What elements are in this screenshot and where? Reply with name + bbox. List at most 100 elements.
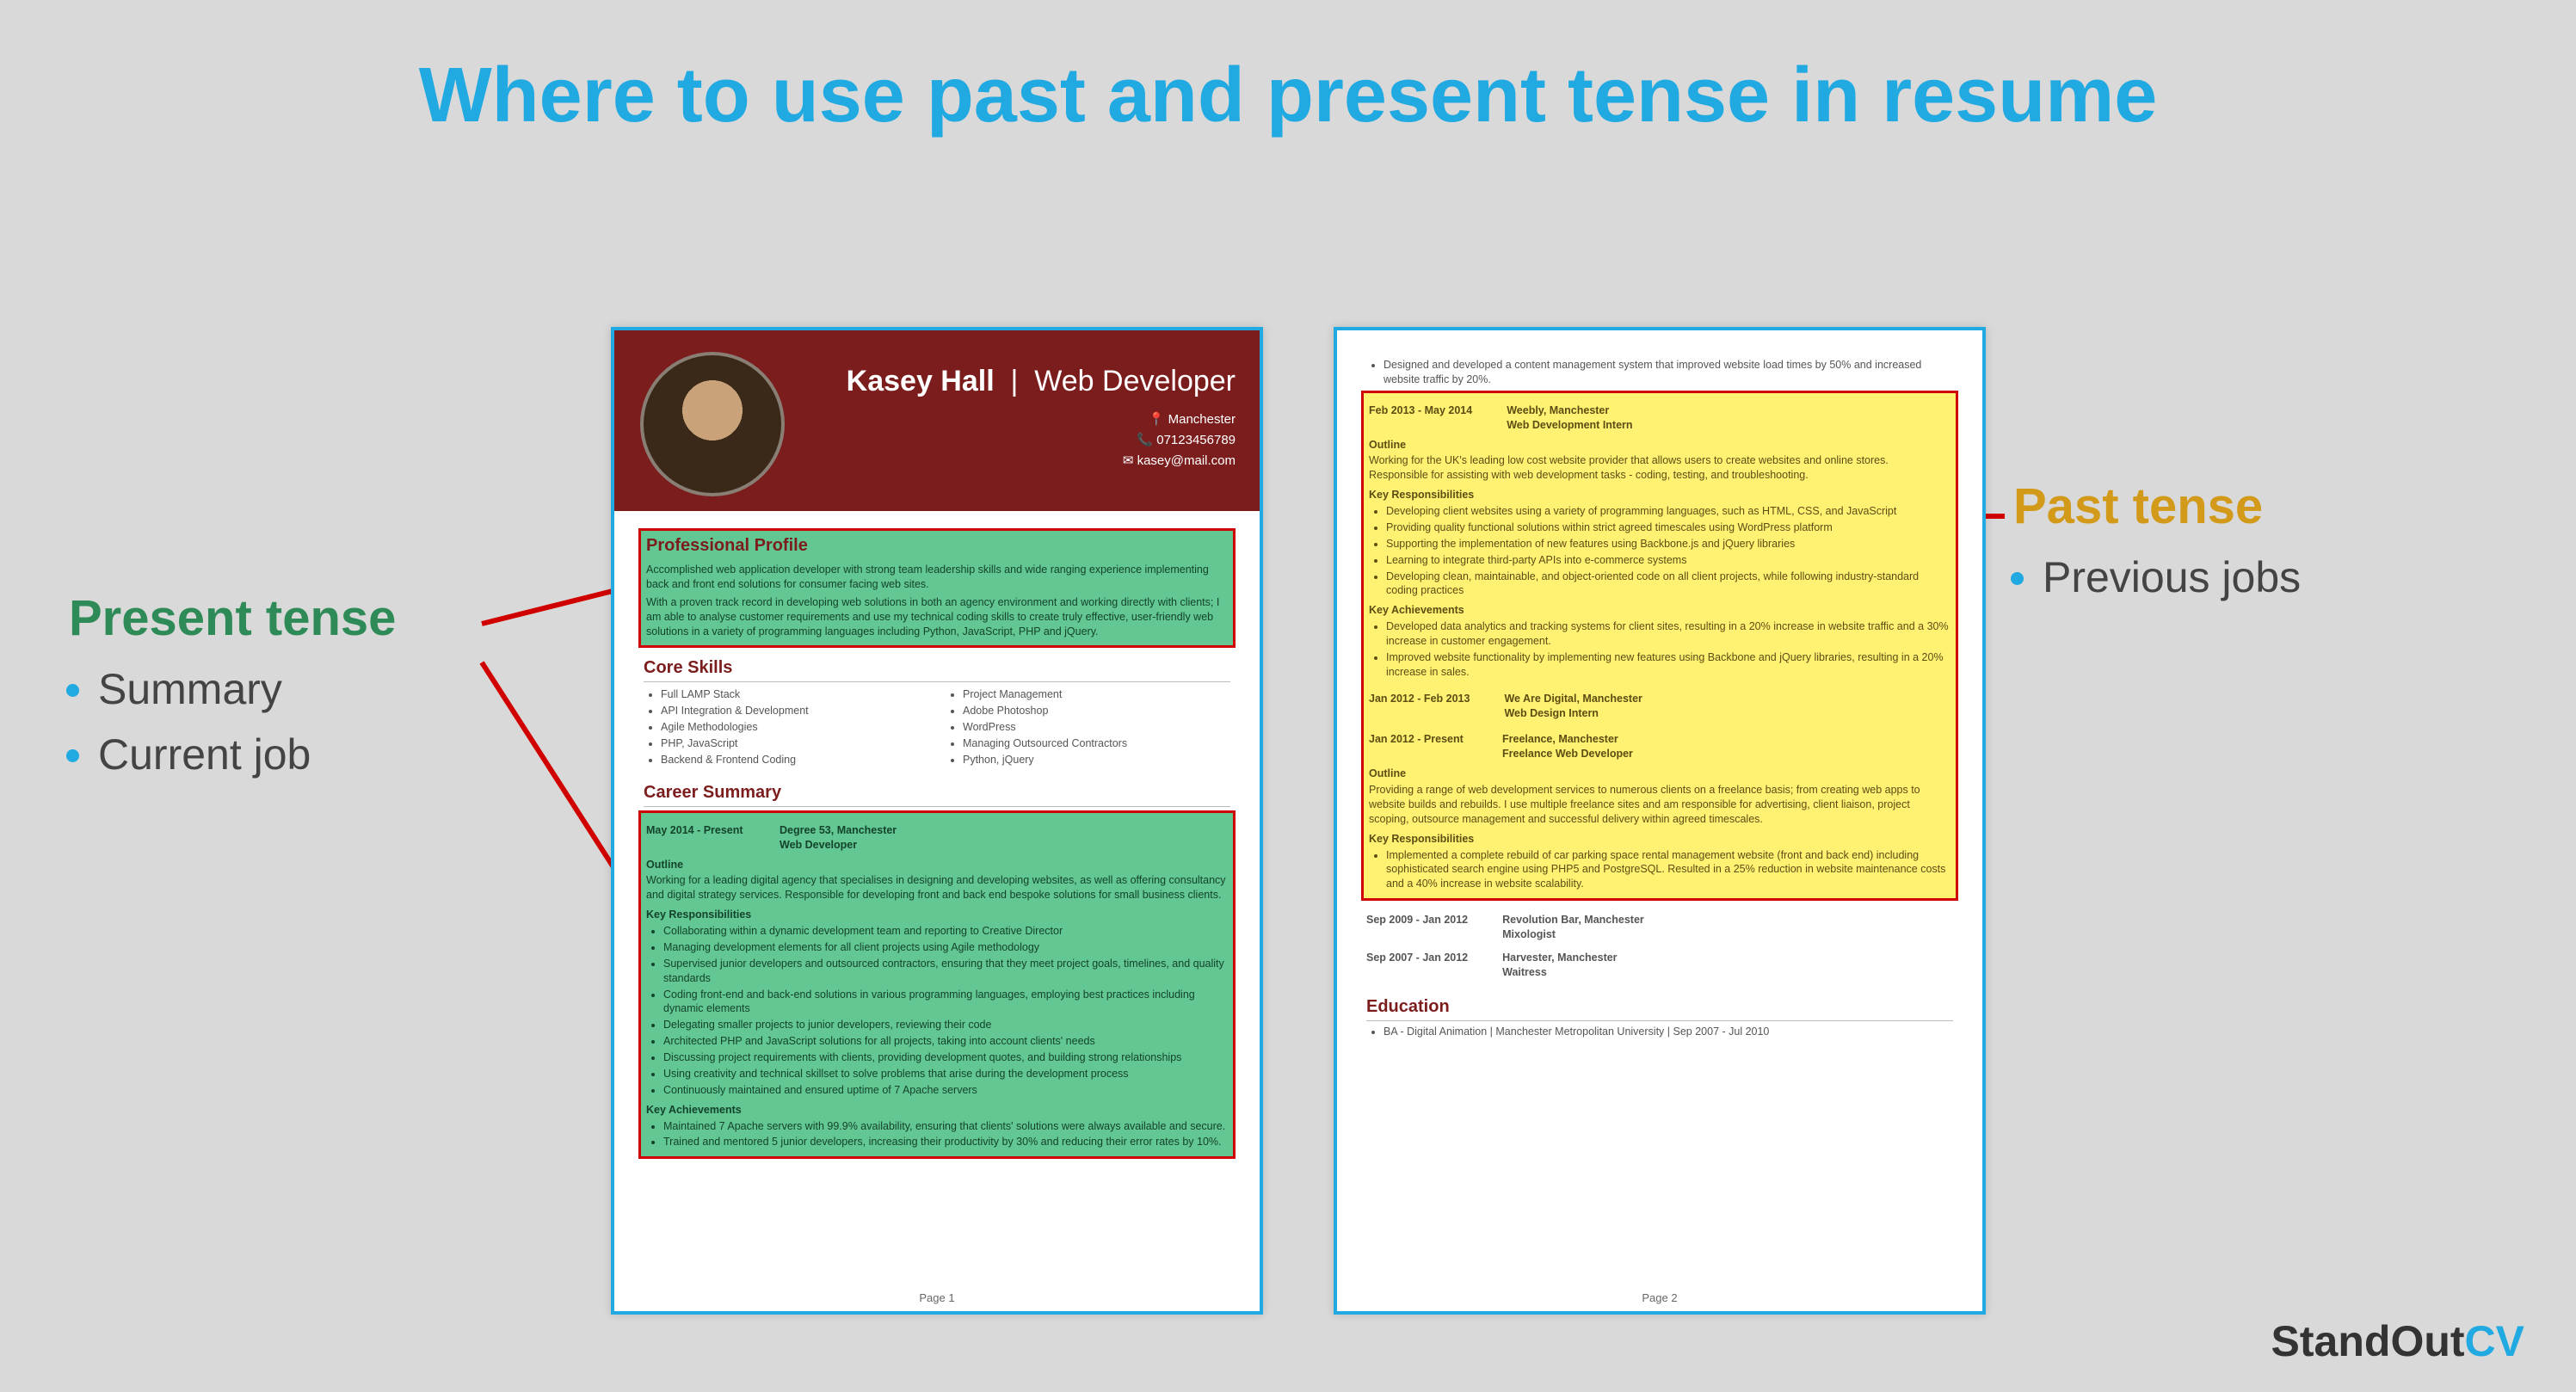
resp-item: Using creativity and technical skillset … bbox=[663, 1067, 1228, 1081]
ach-item: Improved website functionality by implem… bbox=[1386, 650, 1950, 680]
resume-page-1: Kasey Hall | Web Developer 📍 Manchester … bbox=[611, 327, 1263, 1315]
skill: Python, jQuery bbox=[963, 753, 1230, 767]
job-head: Jan 2012 - Present Freelance, Manchester… bbox=[1369, 732, 1950, 761]
past-jobs-highlight: Feb 2013 - May 2014 Weebly, Manchester W… bbox=[1361, 391, 1958, 901]
page-number: Page 1 bbox=[614, 1291, 1260, 1304]
resp-list: Collaborating within a dynamic developme… bbox=[663, 924, 1228, 1098]
resp-item: Collaborating within a dynamic developme… bbox=[663, 924, 1228, 939]
resp-item: Developing client websites using a varie… bbox=[1386, 504, 1950, 519]
ach-label: Key Achievements bbox=[1369, 603, 1950, 618]
profile-title: Professional Profile bbox=[646, 534, 1228, 559]
job-dates: Jan 2012 - Present bbox=[1369, 732, 1468, 761]
resume-body: Professional Profile Accomplished web ap… bbox=[614, 511, 1260, 1159]
education-list: BA - Digital Animation | Manchester Metr… bbox=[1384, 1025, 1953, 1039]
brand-logo: StandOutCV bbox=[2271, 1316, 2524, 1366]
skill: Adobe Photoshop bbox=[963, 704, 1230, 718]
profile-highlight: Professional Profile Accomplished web ap… bbox=[638, 528, 1236, 648]
job-head: May 2014 - Present Degree 53, Manchester… bbox=[646, 823, 1228, 853]
resp-list: Developing client websites using a varie… bbox=[1386, 504, 1950, 598]
brand-name: StandOut bbox=[2271, 1317, 2465, 1365]
job-dates: Jan 2012 - Feb 2013 bbox=[1369, 692, 1470, 721]
job-head: Feb 2013 - May 2014 Weebly, Manchester W… bbox=[1369, 403, 1950, 433]
career-title: Career Summary bbox=[644, 781, 1230, 807]
skill: Backend & Frontend Coding bbox=[661, 753, 928, 767]
resume-role: Web Developer bbox=[1034, 365, 1236, 397]
resume-body: Designed and developed a content managem… bbox=[1337, 330, 1982, 1039]
job-head: Sep 2007 - Jan 2012 Harvester, Mancheste… bbox=[1366, 951, 1953, 980]
resp-item: Supervised junior developers and outsour… bbox=[663, 957, 1228, 986]
resp-item: Providing quality functional solutions w… bbox=[1386, 520, 1950, 535]
resp-item: Developing clean, maintainable, and obje… bbox=[1386, 570, 1950, 599]
ach-item: Trained and mentored 5 junior developers… bbox=[663, 1135, 1228, 1149]
job-title: Waitress bbox=[1502, 966, 1547, 978]
skills-columns: Full LAMP Stack API Integration & Develo… bbox=[644, 686, 1230, 772]
profile-para: With a proven track record in developing… bbox=[646, 595, 1228, 639]
ach-list: Maintained 7 Apache servers with 99.9% a… bbox=[663, 1119, 1228, 1150]
resp-label: Key Responsibilities bbox=[1369, 488, 1950, 502]
job-title: Web Developer bbox=[780, 839, 857, 851]
resume-header: Kasey Hall | Web Developer 📍 Manchester … bbox=[614, 330, 1260, 511]
resp-item: Coding front-end and back-end solutions … bbox=[663, 988, 1228, 1017]
ach-item: Maintained 7 Apache servers with 99.9% a… bbox=[663, 1119, 1228, 1134]
resp-item: Implemented a complete rebuild of car pa… bbox=[1386, 848, 1950, 892]
job-head: Jan 2012 - Feb 2013 We Are Digital, Manc… bbox=[1369, 692, 1950, 721]
avatar bbox=[640, 352, 785, 496]
job-company: Freelance, Manchester bbox=[1502, 733, 1618, 745]
job-head: Sep 2009 - Jan 2012 Revolution Bar, Manc… bbox=[1366, 913, 1953, 942]
job-dates: Feb 2013 - May 2014 bbox=[1369, 403, 1472, 433]
job-dates: May 2014 - Present bbox=[646, 823, 745, 853]
resume-name: Kasey Hall bbox=[847, 365, 995, 397]
outline-text: Working for a leading digital agency tha… bbox=[646, 873, 1228, 902]
job-dates: Sep 2009 - Jan 2012 bbox=[1366, 913, 1468, 942]
skills-title: Core Skills bbox=[644, 656, 1230, 682]
outline-text: Working for the UK's leading low cost we… bbox=[1369, 453, 1950, 483]
skill: Project Management bbox=[963, 687, 1230, 702]
resp-list: Implemented a complete rebuild of car pa… bbox=[1386, 848, 1950, 892]
resp-item: Delegating smaller projects to junior de… bbox=[663, 1018, 1228, 1032]
page-number: Page 2 bbox=[1337, 1291, 1982, 1304]
resp-item: Architected PHP and JavaScript solutions… bbox=[663, 1034, 1228, 1049]
outline-text: Providing a range of web development ser… bbox=[1369, 783, 1950, 827]
resp-label: Key Responsibilities bbox=[1369, 832, 1950, 847]
job-company: We Are Digital, Manchester bbox=[1504, 693, 1642, 705]
skill: PHP, JavaScript bbox=[661, 736, 928, 751]
contact-phone: 07123456789 bbox=[1156, 433, 1236, 447]
contact-email: kasey@mail.com bbox=[1137, 453, 1236, 468]
resp-item: Supporting the implementation of new fea… bbox=[1386, 537, 1950, 551]
resume-page-2: Designed and developed a content managem… bbox=[1334, 327, 1986, 1315]
job-title: Web Development Intern bbox=[1507, 419, 1632, 431]
job-company: Harvester, Manchester bbox=[1502, 952, 1617, 964]
resume-name-line: Kasey Hall | Web Developer bbox=[847, 365, 1236, 398]
resp-item: Managing development elements for all cl… bbox=[663, 940, 1228, 955]
job-title: Freelance Web Developer bbox=[1502, 748, 1633, 760]
ach-list: Developed data analytics and tracking sy… bbox=[1386, 619, 1950, 680]
present-item: Summary bbox=[98, 664, 482, 714]
job-company: Weebly, Manchester bbox=[1507, 404, 1609, 416]
ach-label: Key Achievements bbox=[646, 1103, 1228, 1118]
present-heading: Present tense bbox=[69, 589, 482, 647]
current-job-highlight: May 2014 - Present Degree 53, Manchester… bbox=[638, 810, 1236, 1160]
resume-contacts: 📍 Manchester 📞 07123456789 ✉ kasey@mail.… bbox=[1123, 410, 1236, 471]
brand-suffix: CV bbox=[2465, 1317, 2524, 1365]
skill: Agile Methodologies bbox=[661, 720, 928, 735]
present-list: Summary Current job bbox=[98, 664, 482, 779]
job-title: Mixologist bbox=[1502, 928, 1556, 940]
job-company: Degree 53, Manchester bbox=[780, 824, 897, 836]
job-company: Revolution Bar, Manchester bbox=[1502, 914, 1644, 926]
past-tense-annotation: Past tense Previous jobs bbox=[2013, 477, 2444, 602]
education-item: BA - Digital Animation | Manchester Metr… bbox=[1384, 1025, 1953, 1039]
present-tense-annotation: Present tense Summary Current job bbox=[69, 589, 482, 795]
past-heading: Past tense bbox=[2013, 477, 2444, 535]
past-list: Previous jobs bbox=[2043, 552, 2444, 602]
outline-label: Outline bbox=[646, 858, 1228, 872]
past-item: Previous jobs bbox=[2043, 552, 2444, 602]
job-dates: Sep 2007 - Jan 2012 bbox=[1366, 951, 1468, 980]
resp-item: Discussing project requirements with cli… bbox=[663, 1050, 1228, 1065]
resp-item: Learning to integrate third-party APIs i… bbox=[1386, 553, 1950, 568]
continued-ach-list: Designed and developed a content managem… bbox=[1384, 358, 1953, 387]
skill: Managing Outsourced Contractors bbox=[963, 736, 1230, 751]
present-item: Current job bbox=[98, 730, 482, 779]
skill: WordPress bbox=[963, 720, 1230, 735]
outline-label: Outline bbox=[1369, 438, 1950, 453]
skill: API Integration & Development bbox=[661, 704, 928, 718]
